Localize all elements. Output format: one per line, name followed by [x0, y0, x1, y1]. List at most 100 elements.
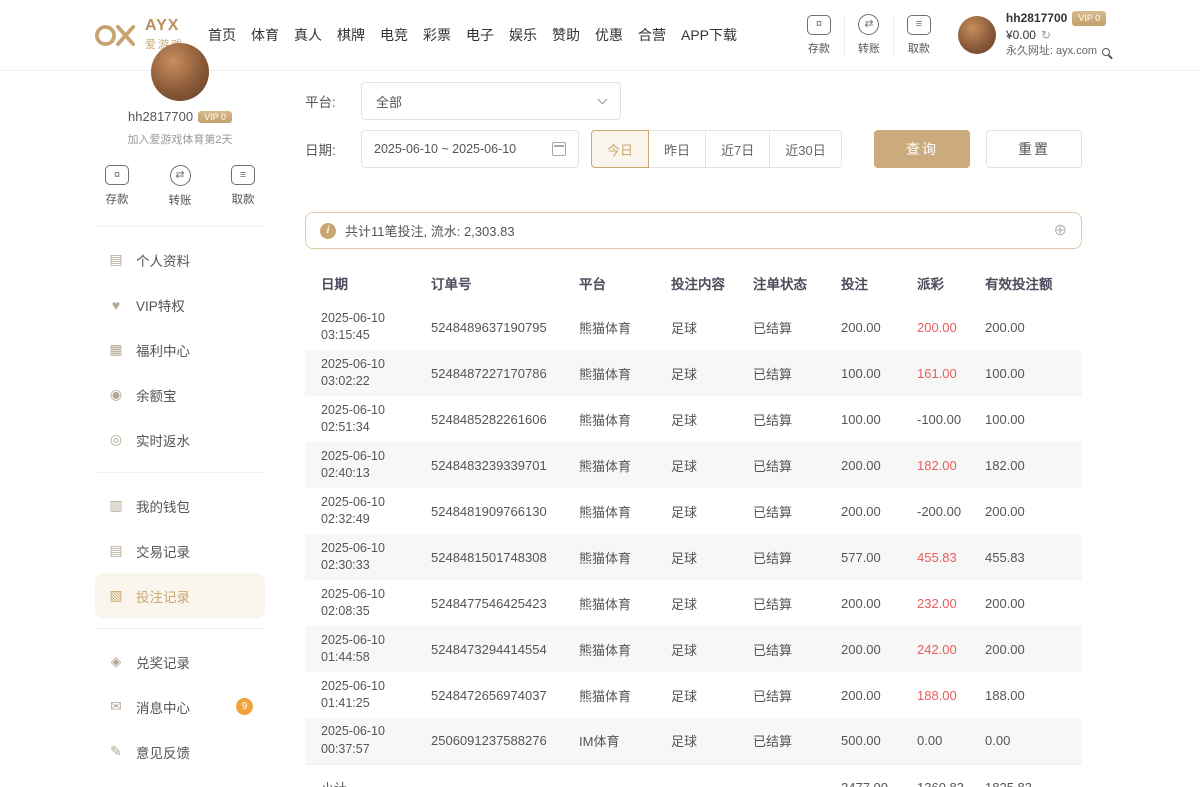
order-cell: 5248485282261606 — [415, 396, 563, 442]
sidebar-item-transactions[interactable]: ▤交易记录 — [95, 528, 265, 573]
status-cell: 已结算 — [737, 396, 825, 442]
payout-cell: 182.00 — [901, 442, 969, 488]
range-button[interactable]: 昨日 — [648, 130, 706, 168]
content-cell: 足球 — [655, 580, 737, 626]
nav-item[interactable]: 真人 — [294, 25, 322, 45]
date-line: 2025-06-10 — [321, 402, 409, 420]
sidebar-menu-group: ▥我的钱包▤交易记录▧投注记录 — [95, 472, 265, 628]
sidebar-item-label: 个人资料 — [136, 250, 190, 270]
range-button[interactable]: 近30日 — [769, 130, 841, 168]
refresh-icon[interactable]: ↻ — [1041, 27, 1051, 44]
nav-item[interactable]: 赞助 — [552, 25, 580, 45]
sidebar-item-feedback[interactable]: ✎意见反馈 — [95, 729, 265, 774]
sidebar-item-profile[interactable]: ▤ 个人资料 — [95, 237, 265, 282]
date-line: 2025-06-10 — [321, 586, 409, 604]
date-cell: 2025-06-1002:30:33 — [305, 534, 415, 580]
range-button[interactable]: 近7日 — [705, 130, 770, 168]
deposit-button[interactable]: ¤存款 — [105, 165, 129, 208]
order-cell: 5248483239339701 — [415, 442, 563, 488]
sidebar-wallet-actions: ¤存款 ⇄转账 ≡取款 — [95, 147, 265, 227]
date-line: 2025-06-10 — [321, 632, 409, 650]
logo-brand-text: AYX — [145, 18, 184, 34]
header-quick-actions: ¤存款⇄转账≡取款 — [794, 14, 944, 56]
sidebar-item-rebate[interactable]: ◎实时返水 — [95, 417, 265, 462]
payout-cell: 188.00 — [901, 672, 969, 718]
deposit-icon: ¤ — [807, 15, 831, 35]
sidebar-menu: ▤ 个人资料 ♥VIP特权▦福利中心◉余额宝◎实时返水 ▥我的钱包▤交易记录▧投注记录… — [95, 227, 265, 784]
valid-cell: 200.00 — [969, 626, 1082, 672]
sidebar-item-yuebao[interactable]: ◉余额宝 — [95, 372, 265, 417]
bet-cell: 200.00 — [825, 626, 901, 672]
time-line: 02:08:35 — [321, 603, 409, 621]
status-cell: 已结算 — [737, 442, 825, 488]
time-line: 02:32:49 — [321, 511, 409, 529]
nav-item[interactable]: 首页 — [208, 25, 236, 45]
bet-cell: 200.00 — [825, 442, 901, 488]
sidebar-item-vip[interactable]: ♥VIP特权 — [95, 282, 265, 327]
nav-item[interactable]: 电竞 — [380, 25, 408, 45]
profile-icon: ▤ — [107, 251, 125, 268]
withdraw-button[interactable]: ≡取款 — [231, 165, 255, 208]
wallet-icon: ▥ — [107, 497, 125, 514]
nav-item[interactable]: 合营 — [638, 25, 666, 45]
welfare-icon: ▦ — [107, 341, 125, 358]
sidebar-vip-badge: VIP 0 — [198, 111, 232, 123]
withdraw-button[interactable]: ≡取款 — [893, 15, 944, 56]
feedback-icon: ✎ — [107, 743, 125, 760]
nav-item[interactable]: 彩票 — [423, 25, 451, 45]
chevron-down-icon — [598, 94, 608, 104]
subtotal-payout: 1360.83 — [901, 764, 969, 787]
nav-item[interactable]: 娱乐 — [509, 25, 537, 45]
transfer-button[interactable]: ⇄转账 — [169, 165, 192, 208]
search-button[interactable]: 查询 — [874, 130, 970, 168]
date-range-input[interactable]: 2025-06-10 ~ 2025-06-10 — [361, 130, 579, 168]
nav-item[interactable]: APP下载 — [681, 25, 737, 45]
nav-item[interactable]: 棋牌 — [337, 25, 365, 45]
platform-cell: 熊猫体育 — [563, 672, 655, 718]
sidebar-item-welfare[interactable]: ▦福利中心 — [95, 327, 265, 372]
sidebar-item-prize[interactable]: ◈兑奖记录 — [95, 639, 265, 684]
sidebar-item-wallet[interactable]: ▥我的钱包 — [95, 483, 265, 528]
bet-cell: 200.00 — [825, 672, 901, 718]
time-line: 01:44:58 — [321, 649, 409, 667]
username: hh2817700 — [1006, 10, 1067, 27]
content-cell: 足球 — [655, 304, 737, 350]
site-url: 永久网址: ayx.com — [1006, 44, 1097, 60]
time-line: 02:51:34 — [321, 419, 409, 437]
date-line: 2025-06-10 — [321, 448, 409, 466]
status-cell: 已结算 — [737, 718, 825, 764]
avatar[interactable] — [958, 16, 996, 54]
sidebar-item-message[interactable]: ✉消息中心9 — [95, 684, 265, 729]
content-cell: 足球 — [655, 488, 737, 534]
column-header: 订单号 — [415, 262, 563, 304]
search-icon[interactable] — [1102, 48, 1110, 56]
summary-text: 共计11笔投注, 流水: 2,303.83 — [345, 221, 515, 240]
subtotal-label: 小计 — [305, 764, 415, 787]
nav-item[interactable]: 体育 — [251, 25, 279, 45]
payout-cell: 242.00 — [901, 626, 969, 672]
sidebar-avatar[interactable] — [151, 43, 209, 101]
valid-cell: 455.83 — [969, 534, 1082, 580]
nav-item[interactable]: 电子 — [466, 25, 494, 45]
transfer-button[interactable]: ⇄转账 — [844, 14, 893, 56]
sidebar-item-label: VIP特权 — [136, 295, 185, 315]
range-button[interactable]: 今日 — [591, 130, 649, 168]
platform-select[interactable]: 全部 — [361, 82, 621, 120]
sidebar-username: hh2817700 — [128, 109, 193, 124]
subtotal-row: 小计————2477.001360.831825.83 — [305, 764, 1082, 787]
table-row: 2025-06-1001:44:585248473294414554熊猫体育足球… — [305, 626, 1082, 672]
date-label: 日期: — [305, 139, 361, 159]
platform-label: 平台: — [305, 91, 361, 111]
time-line: 00:37:57 — [321, 741, 409, 759]
expand-icon[interactable]: ⊕ — [1054, 223, 1067, 239]
nav-item[interactable]: 优惠 — [595, 25, 623, 45]
date-line: 2025-06-10 — [321, 723, 409, 741]
reset-button[interactable]: 重置 — [986, 130, 1082, 168]
subtotal-valid: 1825.83 — [969, 764, 1082, 787]
status-cell: 已结算 — [737, 304, 825, 350]
sidebar-item-bets[interactable]: ▧投注记录 — [95, 573, 265, 618]
sidebar-menu-group: ▤ 个人资料 ♥VIP特权▦福利中心◉余额宝◎实时返水 — [95, 227, 265, 472]
message-icon: ✉ — [107, 698, 125, 715]
table-body: 2025-06-1003:15:455248489637190795熊猫体育足球… — [305, 304, 1082, 787]
deposit-button[interactable]: ¤存款 — [794, 15, 844, 56]
